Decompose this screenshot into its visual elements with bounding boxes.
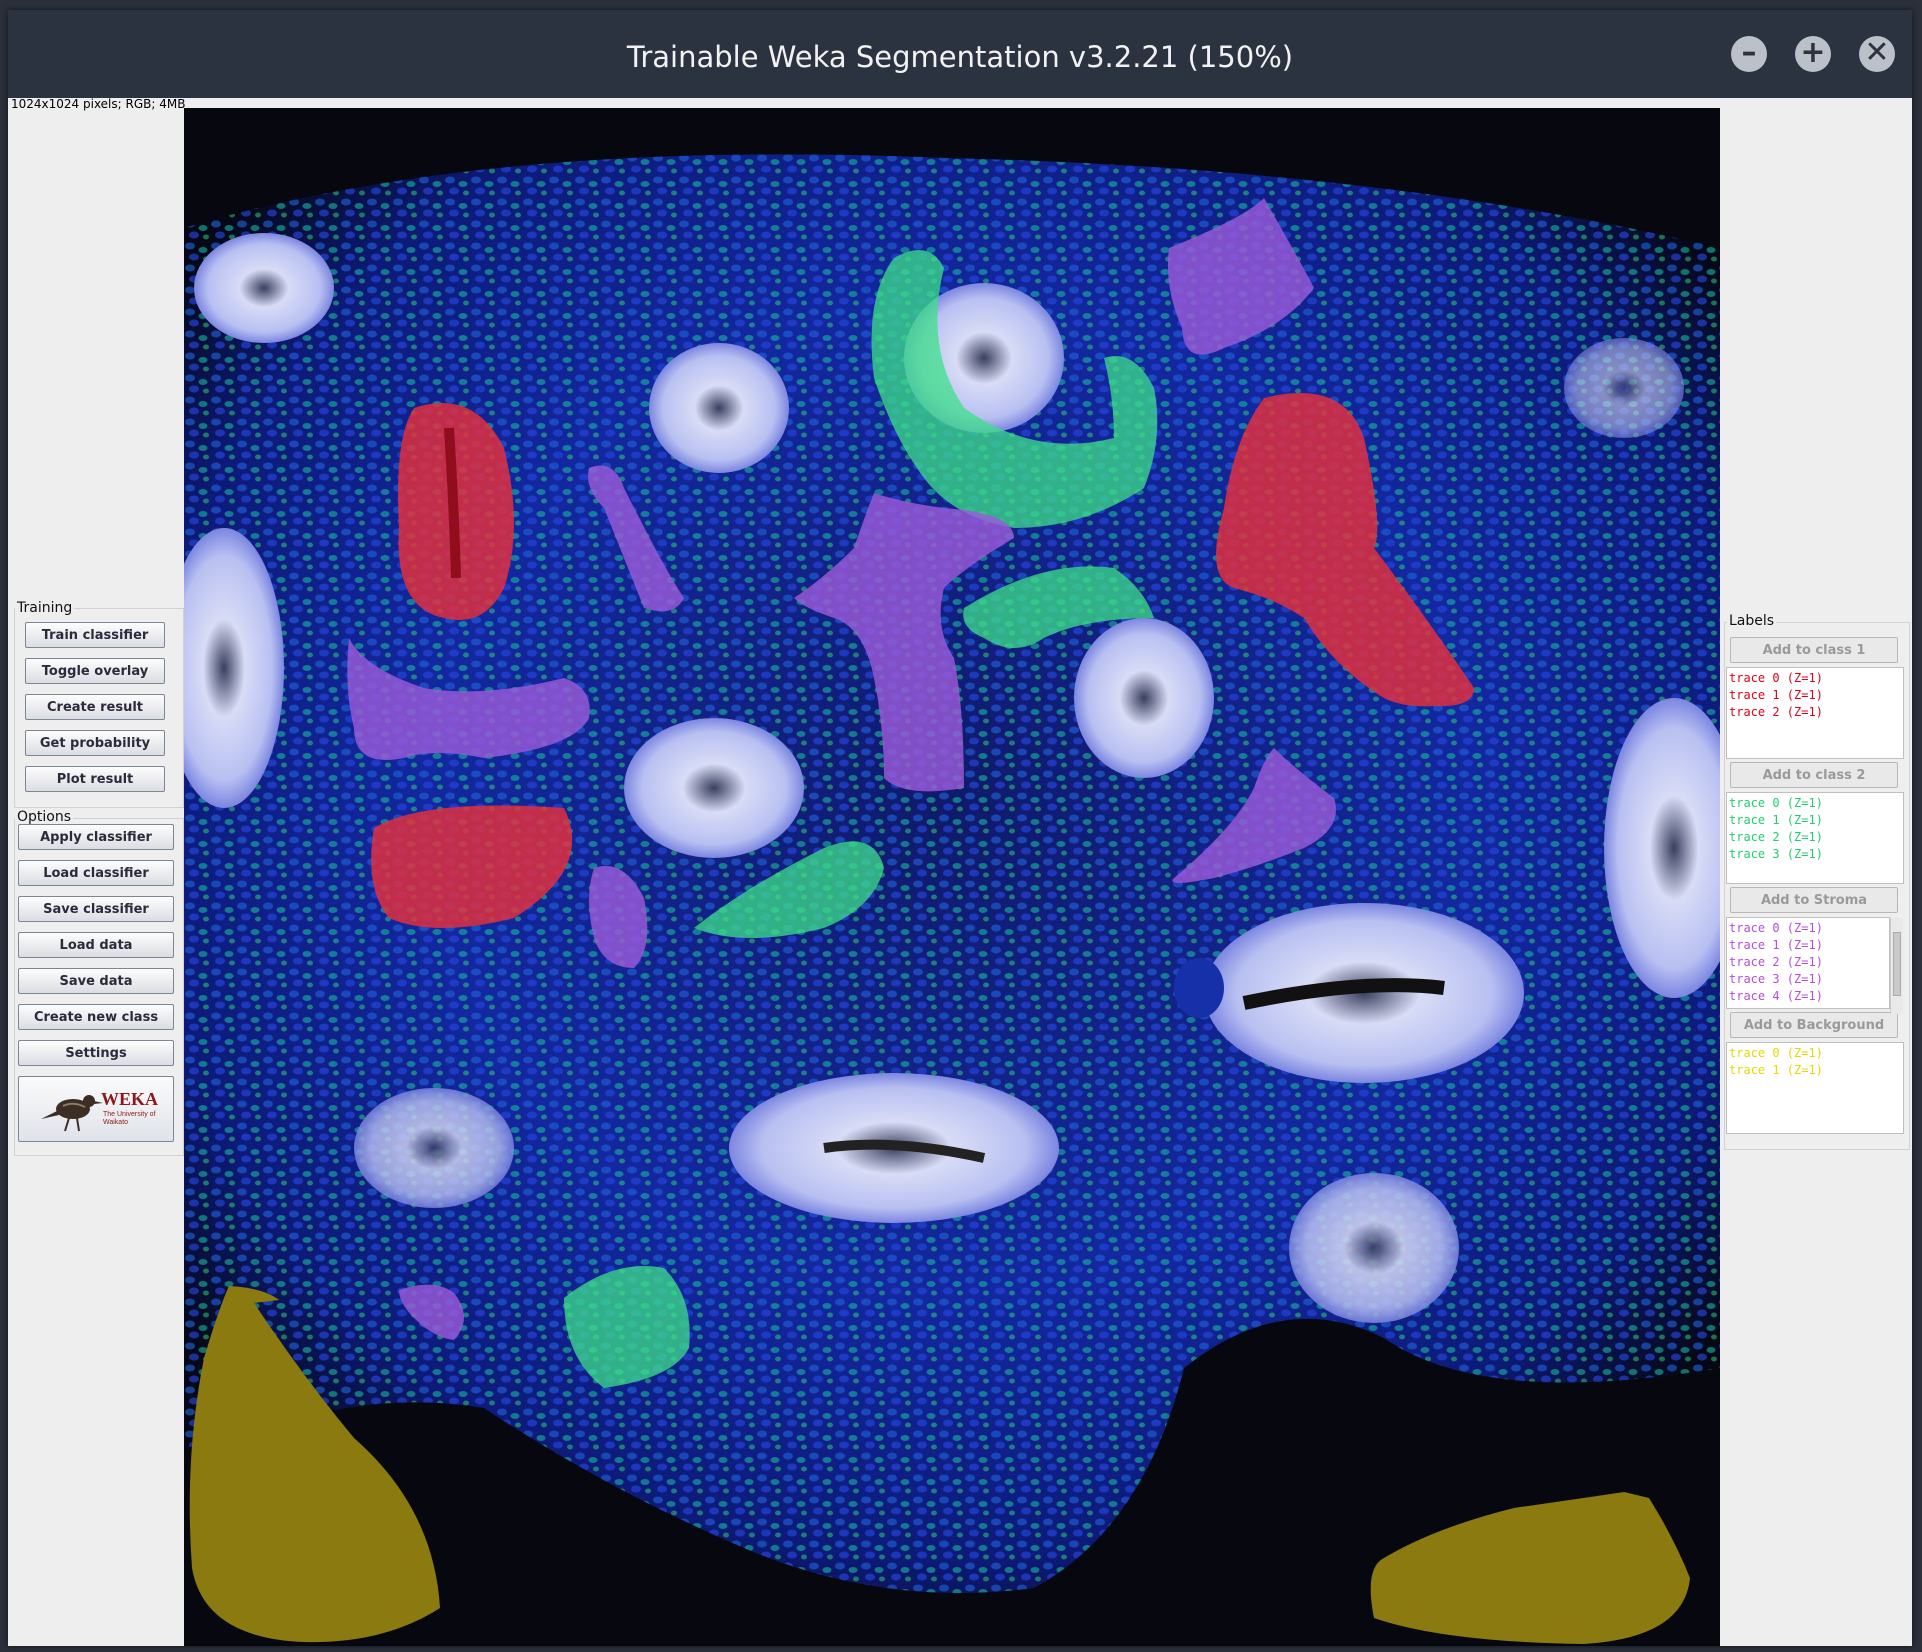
close-button[interactable]: ✕ [1859, 36, 1895, 72]
trace-item[interactable]: trace 1 (Z=1) [1729, 937, 1889, 954]
weka-logo-text: WEKA [101, 1089, 159, 1109]
weka-logo-subtitle: The University of Waikato [103, 1111, 156, 1126]
settings-button[interactable]: Settings [18, 1040, 174, 1066]
get-probability-button[interactable]: Get probability [25, 730, 165, 756]
weka-window: Trainable Weka Segmentation v3.2.21 (150… [8, 10, 1912, 1646]
weka-logo-button[interactable]: WEKA The University of Waikato [18, 1076, 174, 1142]
save-data-button[interactable]: Save data [18, 968, 174, 994]
maximize-button[interactable]: + [1795, 36, 1831, 72]
add-to-background-button[interactable]: Add to Background [1730, 1012, 1898, 1038]
trace-item[interactable]: trace 0 (Z=1) [1729, 1045, 1903, 1062]
trace-item[interactable]: trace 0 (Z=1) [1729, 920, 1889, 937]
trace-item[interactable]: trace 2 (Z=1) [1729, 704, 1903, 721]
scrollbar-thumb[interactable] [1893, 932, 1901, 996]
load-data-button[interactable]: Load data [18, 932, 174, 958]
add-to-class-1-button[interactable]: Add to class 1 [1730, 637, 1898, 663]
image-canvas[interactable] [184, 108, 1720, 1646]
microscopy-image[interactable] [184, 108, 1720, 1646]
trace-item[interactable]: trace 1 (Z=1) [1729, 812, 1903, 829]
stroma-trace-list[interactable]: trace 0 (Z=1) trace 1 (Z=1) trace 2 (Z=1) t… [1726, 917, 1890, 1009]
training-title: Training [15, 600, 75, 616]
minimize-button[interactable]: – [1731, 36, 1767, 72]
trace-item[interactable]: trace 2 (Z=1) [1729, 954, 1889, 971]
toggle-overlay-button[interactable]: Toggle overlay [25, 658, 165, 684]
plot-result-button[interactable]: Plot result [25, 766, 165, 792]
create-new-class-button[interactable]: Create new class [18, 1004, 174, 1030]
create-result-button[interactable]: Create result [25, 694, 165, 720]
title-bar[interactable]: Trainable Weka Segmentation v3.2.21 (150… [8, 10, 1912, 98]
trace-item[interactable]: trace 0 (Z=1) [1729, 795, 1903, 812]
stroma-list-scrollbar[interactable] [1890, 918, 1903, 1014]
class-2-trace-list[interactable]: trace 0 (Z=1) trace 1 (Z=1) trace 2 (Z=1) t… [1726, 792, 1904, 884]
labels-title: Labels [1727, 613, 1777, 629]
trace-item[interactable]: trace 2 (Z=1) [1729, 829, 1903, 846]
load-classifier-button[interactable]: Load classifier [18, 860, 174, 886]
trace-item[interactable]: trace 4 (Z=1) [1729, 988, 1889, 1005]
trace-item[interactable]: trace 3 (Z=1) [1729, 971, 1889, 988]
save-classifier-button[interactable]: Save classifier [18, 896, 174, 922]
apply-classifier-button[interactable]: Apply classifier [18, 824, 174, 850]
trace-item[interactable]: trace 1 (Z=1) [1729, 687, 1903, 704]
window-title: Trainable Weka Segmentation v3.2.21 (150… [626, 40, 1294, 74]
trace-item[interactable]: trace 0 (Z=1) [1729, 670, 1903, 687]
image-info: 1024x1024 pixels; RGB; 4MB [11, 97, 186, 111]
trace-item[interactable]: trace 1 (Z=1) [1729, 1062, 1903, 1079]
background-trace-list[interactable]: trace 0 (Z=1) trace 1 (Z=1) [1726, 1042, 1904, 1134]
train-classifier-button[interactable]: Train classifier [25, 622, 165, 648]
add-to-stroma-button[interactable]: Add to Stroma [1730, 887, 1898, 913]
options-title: Options [15, 809, 74, 825]
add-to-class-2-button[interactable]: Add to class 2 [1730, 762, 1898, 788]
class-1-trace-list[interactable]: trace 0 (Z=1) trace 1 (Z=1) trace 2 (Z=1) [1726, 667, 1904, 759]
trace-item[interactable]: trace 3 (Z=1) [1729, 846, 1903, 863]
weka-bird-icon [41, 1095, 103, 1132]
